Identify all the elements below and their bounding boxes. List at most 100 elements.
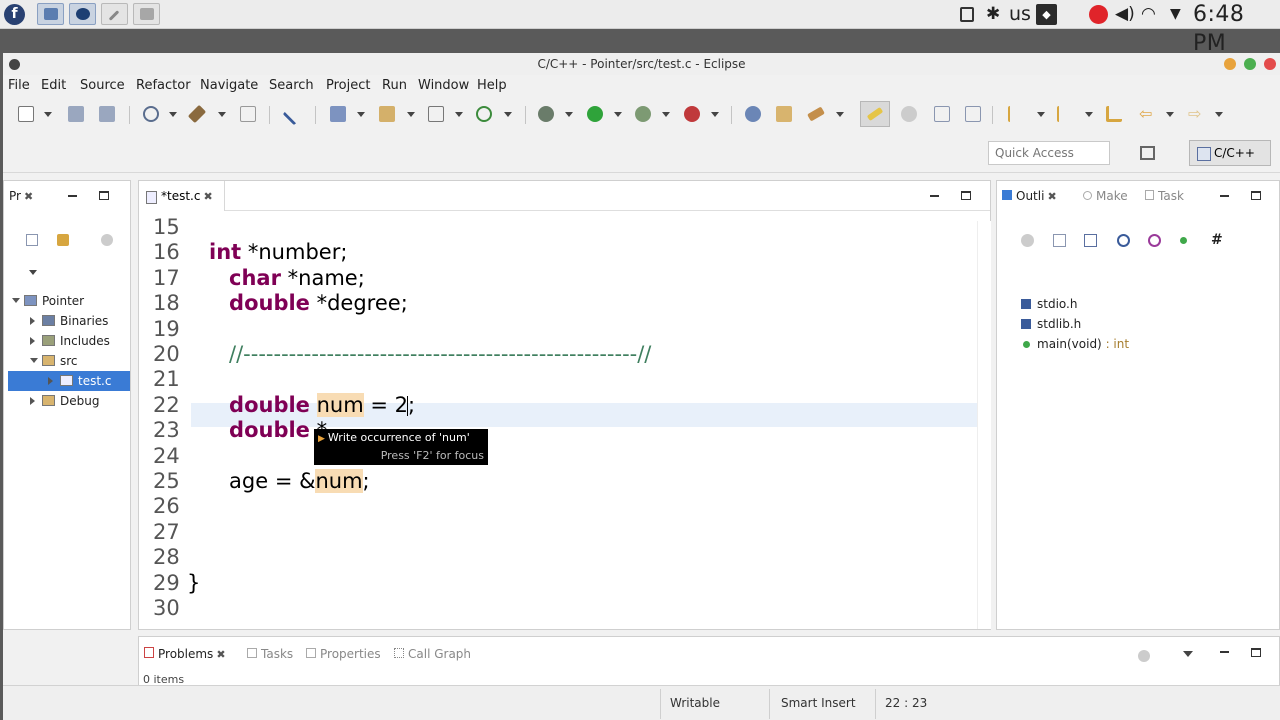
new-project-dropdown-icon[interactable] <box>357 112 365 117</box>
prev-annotation-dropdown-icon[interactable] <box>1085 112 1093 117</box>
tree-item[interactable]: Includes <box>8 331 130 351</box>
minimize-icon[interactable] <box>68 195 77 197</box>
new-folder-icon[interactable] <box>379 106 395 122</box>
save-icon[interactable] <box>68 106 84 122</box>
minimize-icon[interactable] <box>1220 195 1229 197</box>
prev-annotation-icon[interactable] <box>1057 106 1073 122</box>
maximize-icon[interactable] <box>1251 191 1261 200</box>
wifi-icon[interactable]: ◠ <box>1141 0 1156 29</box>
forward-dropdown-icon[interactable] <box>1215 112 1223 117</box>
collapsed-chevron-icon[interactable] <box>30 317 35 325</box>
tree-item[interactable]: Pointer <box>8 291 130 311</box>
debug-dropdown-icon[interactable] <box>565 112 573 117</box>
run-dropdown-icon[interactable] <box>614 112 622 117</box>
minimize-icon[interactable] <box>1220 651 1229 653</box>
close-icon[interactable]: ✖ <box>203 190 212 203</box>
code-area[interactable]: int *number; char *name; double *degree;… <box>187 221 977 629</box>
external-tools-icon[interactable] <box>684 106 700 122</box>
terminal-icon[interactable] <box>282 102 306 126</box>
code-line[interactable]: //--------------------------------------… <box>209 342 651 366</box>
tree-item[interactable]: src <box>8 351 130 371</box>
close-icon[interactable]: ✖ <box>1047 190 1056 203</box>
hide-fields-icon[interactable] <box>1117 234 1130 247</box>
expanded-chevron-icon[interactable] <box>30 358 38 363</box>
editor-scrollbar[interactable] <box>977 221 991 629</box>
save-all-icon[interactable] <box>99 106 115 122</box>
expanded-chevron-icon[interactable] <box>12 298 20 303</box>
external-tools-dropdown-icon[interactable] <box>711 112 719 117</box>
outline-item[interactable]: main(void) : int <box>1019 334 1129 354</box>
new-dropdown-icon[interactable] <box>44 112 52 117</box>
code-line[interactable]: double *degree; <box>209 291 408 315</box>
perspective-cpp-button[interactable]: C/C++ <box>1189 140 1271 166</box>
search-torch-icon[interactable] <box>807 106 825 122</box>
configs-dropdown-icon[interactable] <box>169 112 177 117</box>
code-line[interactable]: double num = 2; <box>209 392 415 417</box>
maximize-icon[interactable] <box>1251 648 1261 657</box>
menu-run[interactable]: Run <box>382 78 407 93</box>
minimize-icon[interactable] <box>930 195 939 197</box>
minimize-button[interactable] <box>1224 58 1236 70</box>
tab-test-c[interactable]: *test.c ✖ <box>139 181 225 211</box>
menu-search[interactable]: Search <box>269 78 314 93</box>
launcher-editor[interactable] <box>101 3 128 25</box>
close-icon[interactable]: ✖ <box>24 190 33 203</box>
sort-icon[interactable] <box>1084 234 1097 247</box>
new-class-dropdown-icon[interactable] <box>504 112 512 117</box>
code-line[interactable]: double * <box>209 418 327 442</box>
chevron-down-icon[interactable] <box>1183 651 1193 657</box>
hide-nonpublic-icon[interactable] <box>1180 237 1187 244</box>
view-menu-icon[interactable] <box>1138 650 1150 662</box>
bluetooth-icon[interactable]: ✱ <box>986 0 1000 29</box>
collapse-all-icon[interactable] <box>1053 234 1066 247</box>
view-menu-icon[interactable] <box>101 234 113 246</box>
menu-refactor[interactable]: Refactor <box>136 78 191 93</box>
word-wrap-icon[interactable] <box>934 106 950 122</box>
tab-tasks[interactable]: Tasks <box>247 639 293 669</box>
open-type-icon[interactable] <box>745 106 761 122</box>
menu-navigate[interactable]: Navigate <box>200 78 258 93</box>
clipboard-icon[interactable] <box>960 7 974 22</box>
dropbox-icon[interactable]: ◆ <box>1036 4 1057 25</box>
tab-properties[interactable]: Properties <box>306 639 381 669</box>
sync-icon[interactable] <box>1021 234 1034 247</box>
tab-problems[interactable]: Problems ✖ <box>144 639 226 669</box>
show-whitespace-icon[interactable] <box>965 106 981 122</box>
maximize-button[interactable] <box>1244 58 1256 70</box>
launcher-files[interactable] <box>133 3 160 25</box>
new-folder-dropdown-icon[interactable] <box>407 112 415 117</box>
volume-icon[interactable]: ◀) <box>1115 0 1135 29</box>
tree-item[interactable]: test.c <box>8 371 130 391</box>
new-project-icon[interactable] <box>330 106 346 122</box>
build-all-icon[interactable] <box>240 106 256 122</box>
menu-help[interactable]: Help <box>477 78 507 93</box>
menu-window[interactable]: Window <box>418 78 469 93</box>
build-hammer-icon[interactable] <box>187 104 207 124</box>
new-class-icon[interactable] <box>476 106 492 122</box>
window-menu-icon[interactable] <box>9 59 20 70</box>
toggle-comment-icon[interactable] <box>901 106 917 122</box>
collapsed-chevron-icon[interactable] <box>30 397 35 405</box>
record-icon[interactable] <box>1089 5 1108 24</box>
fedora-logo-icon[interactable]: f <box>4 4 25 25</box>
open-folder-icon[interactable] <box>776 106 792 122</box>
code-line[interactable]: } <box>187 571 200 595</box>
tab-make[interactable]: Make <box>1083 181 1128 211</box>
link-editor-icon[interactable] <box>57 234 69 246</box>
outline-item[interactable]: stdlib.h <box>1019 314 1129 334</box>
menu-source[interactable]: Source <box>80 78 125 93</box>
maximize-icon[interactable] <box>99 191 109 200</box>
collapsed-chevron-icon[interactable] <box>48 377 53 385</box>
debug-bug-icon[interactable] <box>538 106 554 122</box>
outline-item[interactable]: stdio.h <box>1019 294 1129 314</box>
build-dropdown-icon[interactable] <box>218 112 226 117</box>
next-annotation-dropdown-icon[interactable] <box>1037 112 1045 117</box>
collapsed-chevron-icon[interactable] <box>30 337 35 345</box>
open-perspective-icon[interactable] <box>1140 146 1155 160</box>
search-dropdown-icon[interactable] <box>836 112 844 117</box>
maximize-icon[interactable] <box>961 191 971 200</box>
menu-project[interactable]: Project <box>326 78 370 93</box>
tab-task[interactable]: Task <box>1145 181 1184 211</box>
tree-item[interactable]: Binaries <box>8 311 130 331</box>
hide-static-icon[interactable] <box>1148 234 1161 247</box>
